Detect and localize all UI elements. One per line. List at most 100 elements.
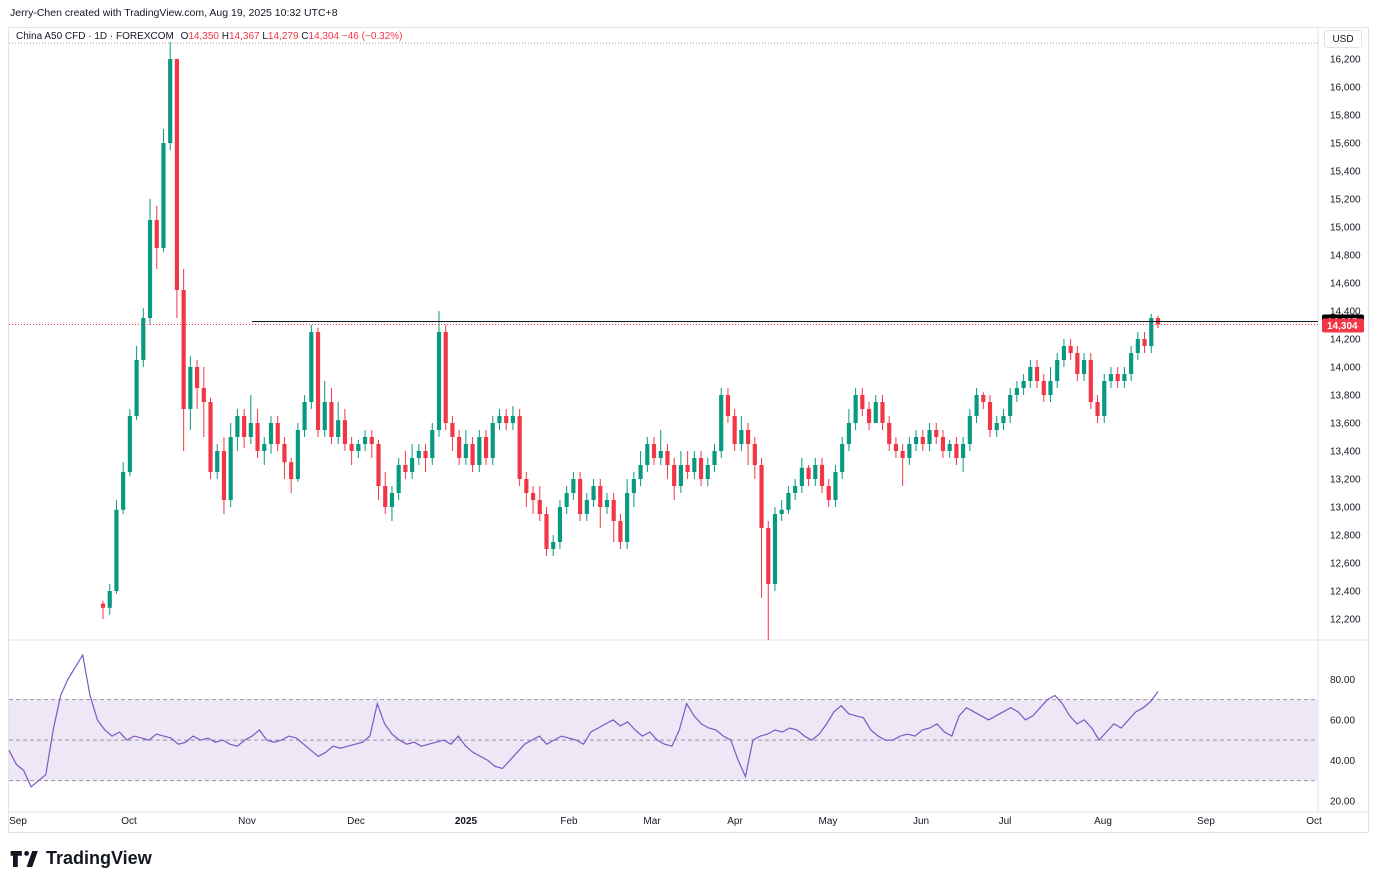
candle [584,493,589,521]
candle [685,451,690,479]
candle [107,584,112,615]
candle-body [1095,402,1100,416]
candle [215,444,220,479]
currency-button[interactable]: USD [1324,30,1362,48]
candle-body [1021,381,1026,388]
candle [907,437,912,465]
symbol-legend: China A50 CFD · 1D · FOREXCOM O14,350 H1… [16,31,403,42]
time-tick-label: Jul [999,816,1012,827]
candle [631,472,636,507]
candle [309,325,314,409]
candle-body [920,437,925,444]
candle [651,437,657,465]
candle [1008,388,1013,423]
tradingview-brand[interactable]: TradingView [10,848,152,869]
rsi-tick-label: 40.00 [1330,756,1355,767]
candle-body [1088,360,1093,402]
candle-body [161,143,166,248]
chart-canvas[interactable]: 16,200 16,000 15,800 15,600 15,400 15,200 15,0… [0,0,1377,886]
candle [275,416,280,451]
candle-body [1061,346,1067,360]
symbol-name: China A50 CFD · 1D · FOREXCOM [16,31,174,42]
candle [1108,367,1114,388]
candle-body [967,416,972,444]
candle-body [1034,367,1040,381]
candle-body [342,420,347,444]
candle [1021,374,1026,395]
candle [873,395,878,423]
candle-body [262,444,267,451]
candle [846,409,851,451]
candle-body [1008,395,1013,416]
candle [954,437,959,465]
candle-body [625,493,630,542]
candle [961,437,966,472]
candle-body [887,423,892,444]
candle-body [752,444,757,465]
candle [537,486,542,521]
candle-body [121,472,126,510]
price-tick-label: 13,200 [1330,475,1361,486]
candle [1129,346,1134,381]
candle [692,451,697,479]
candle [1068,339,1073,360]
high-value: 14,367 [228,31,260,42]
candle-body [201,388,206,402]
candle [262,437,267,465]
candle [161,129,166,253]
candle-body [517,416,522,479]
candle [389,486,395,521]
tradingview-logo-icon [10,850,38,867]
time-tick-label: Nov [238,816,256,827]
candle-body [873,402,878,423]
candle-body [275,423,280,444]
candle-body [208,402,213,472]
candle-body [463,444,468,458]
candle-body [631,479,636,493]
candle-body [524,479,529,493]
candle [551,535,556,556]
candle [517,409,522,486]
candle [900,444,905,486]
brand-name: TradingView [46,848,152,868]
candle-body [719,395,724,451]
candle-body [174,59,180,290]
price-tick-label: 14,800 [1330,251,1361,262]
candle-body [799,467,804,486]
candle-body [1149,318,1154,346]
candle-body [336,420,341,437]
candle-body [1108,374,1114,381]
candle [732,409,737,451]
candle-body [356,444,361,451]
time-tick-label: Aug [1094,816,1112,827]
candle [430,423,435,465]
candle-body [221,451,227,500]
candle-body [510,416,515,423]
candle [840,437,845,479]
candle-body [1075,353,1080,374]
candle-body [194,367,200,388]
candle-body [1135,339,1140,353]
candle-body [853,395,858,423]
candle-body [114,509,119,591]
candle [618,514,623,549]
candle [1061,339,1067,367]
candle [981,392,986,409]
candle [497,409,502,430]
candle-body [504,416,509,423]
candle-body [362,437,368,444]
candle-body [779,509,784,514]
candle [168,42,173,150]
candle [994,416,999,437]
candle-body [833,472,838,500]
candle [443,325,448,430]
candle-body [490,423,495,458]
candle [342,409,347,451]
candle-body [188,367,193,409]
price-tick-label: 16,000 [1330,83,1361,94]
candle-body [282,444,287,463]
candle-body [544,514,549,549]
candle-body [746,430,751,444]
candle-body [450,423,455,437]
price-tick-label: 13,800 [1330,391,1361,402]
